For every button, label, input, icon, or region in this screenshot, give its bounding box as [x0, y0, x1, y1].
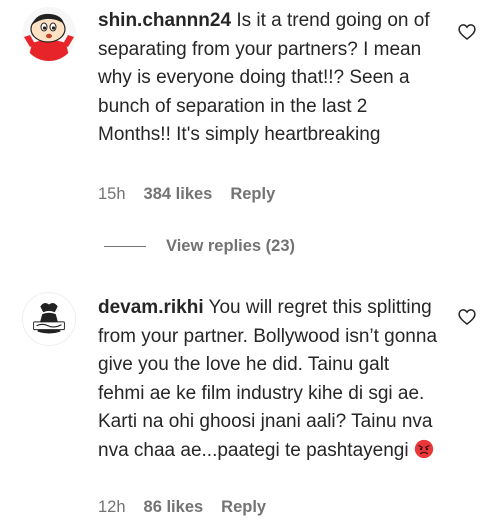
comment-meta: 12h 86 likes Reply	[98, 498, 266, 517]
comment-likes[interactable]: 86 likes	[144, 498, 204, 517]
comment-likes[interactable]: 384 likes	[144, 185, 213, 204]
heart-icon[interactable]	[457, 22, 477, 42]
view-replies-button[interactable]: View replies (23)	[104, 237, 295, 256]
avatar[interactable]	[22, 7, 76, 61]
shinchan-avatar-icon	[22, 7, 76, 61]
comment-text: devam.rikhi You will regret this splitti…	[98, 294, 438, 465]
heart-icon[interactable]	[457, 307, 477, 327]
angry-face-emoji-icon	[414, 439, 434, 458]
comment-username[interactable]: devam.rikhi	[98, 297, 204, 318]
comment-meta: 15h 384 likes Reply	[98, 185, 275, 204]
avatar[interactable]	[22, 292, 76, 346]
devam-logo-avatar-icon	[23, 293, 75, 345]
comment-time: 12h	[98, 498, 126, 516]
comment-username[interactable]: shin.channn24	[98, 10, 231, 31]
reply-button[interactable]: Reply	[221, 498, 266, 517]
comment-body: You will regret this splitting from your…	[98, 297, 438, 461]
view-replies-divider	[104, 246, 146, 247]
comment-time: 15h	[98, 185, 126, 203]
comment-text: shin.channn24 Is it a trend going on of …	[98, 7, 438, 150]
view-replies-label[interactable]: View replies (23)	[166, 237, 295, 256]
reply-button[interactable]: Reply	[230, 185, 275, 204]
